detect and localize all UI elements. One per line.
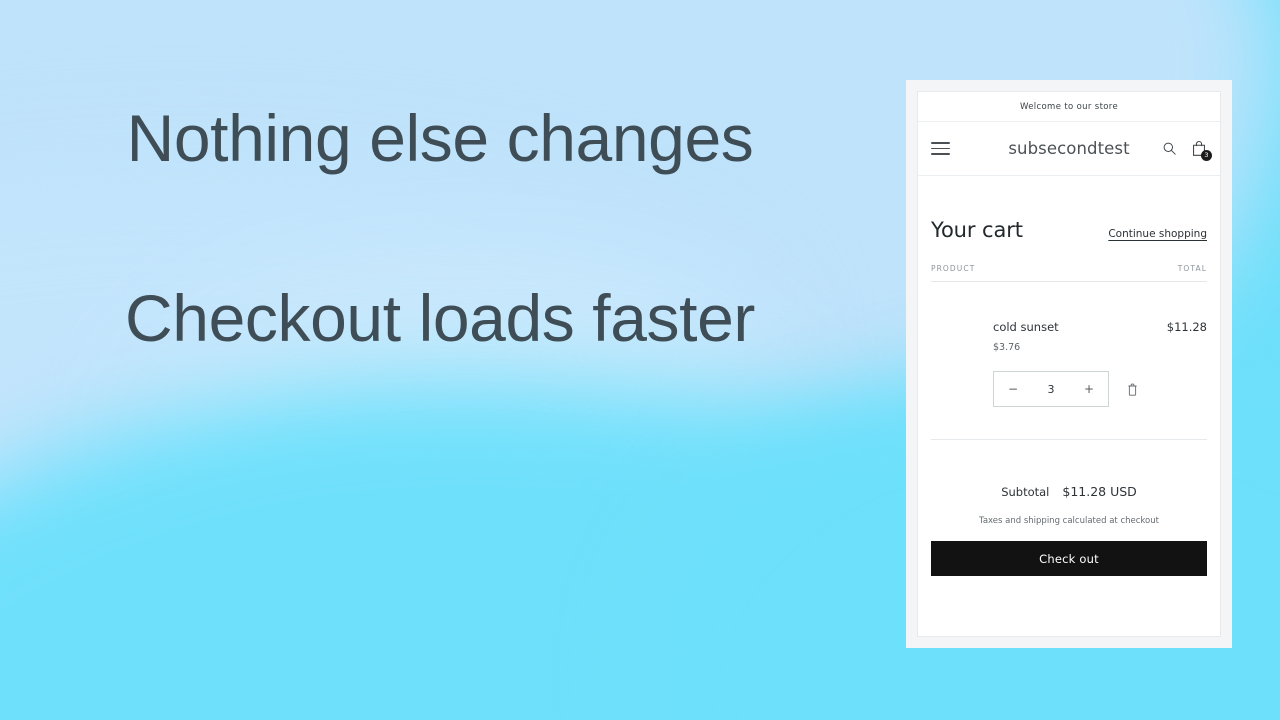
cart-count-badge: 3 — [1201, 150, 1212, 161]
page-title: Your cart — [931, 218, 1023, 242]
cart-page: Your cart Continue shopping PRODUCT TOTA… — [918, 176, 1220, 576]
announcement-text: Welcome to our store — [1019, 101, 1119, 112]
storefront-screenshot: Welcome to our store subsecondtest 3 You… — [918, 92, 1220, 636]
header-actions: 3 — [1162, 140, 1212, 161]
quantity-stepper: − 3 + — [993, 371, 1109, 407]
hamburger-line — [931, 147, 950, 150]
product-unit-price: $3.76 — [993, 342, 1021, 353]
announcement-bar: Welcome to our store — [918, 92, 1220, 122]
subtotal-label: Subtotal — [1001, 485, 1050, 499]
headline-group: Nothing else changes Checkout loads fast… — [0, 101, 880, 355]
tax-shipping-note: Taxes and shipping calculated at checkou… — [979, 516, 1159, 526]
trash-icon[interactable] — [1127, 383, 1138, 396]
line-item-total: $11.28 — [1166, 320, 1207, 334]
quantity-decrease-button[interactable]: − — [994, 383, 1032, 395]
store-header: subsecondtest 3 — [918, 122, 1220, 176]
product-thumbnail — [931, 320, 993, 407]
slide-canvas: Nothing else changes Checkout loads fast… — [0, 0, 1280, 720]
hamburger-line — [931, 142, 950, 144]
quantity-row: − 3 + — [993, 371, 1161, 407]
search-icon[interactable] — [1162, 141, 1177, 156]
cart-footer: Subtotal $11.28 USD Taxes and shipping c… — [931, 440, 1207, 576]
quantity-value[interactable]: 3 — [1032, 383, 1070, 396]
shopping-bag-icon[interactable]: 3 — [1191, 140, 1212, 161]
subtotal-row: Subtotal $11.28 USD — [931, 484, 1207, 499]
quantity-increase-button[interactable]: + — [1070, 383, 1108, 395]
headline-line-2: Checkout loads faster — [125, 280, 755, 355]
continue-shopping-link[interactable]: Continue shopping — [1108, 228, 1207, 240]
product-details: cold sunset $3.76 − 3 + — [993, 320, 1161, 407]
subtotal-value: $11.28 USD — [1062, 484, 1137, 499]
product-title[interactable]: cold sunset — [993, 320, 1161, 334]
storefront-frame: Welcome to our store subsecondtest 3 You… — [906, 80, 1232, 648]
checkout-button[interactable]: Check out — [931, 541, 1207, 576]
column-header-total: TOTAL — [1177, 264, 1207, 273]
hamburger-line — [931, 153, 950, 155]
headline-line-1: Nothing else changes — [126, 101, 754, 175]
cart-line-item: cold sunset $3.76 − 3 + $11.28 — [931, 282, 1207, 440]
hamburger-icon[interactable] — [931, 142, 950, 155]
cart-table-header: PRODUCT TOTAL — [931, 264, 1207, 282]
column-header-product: PRODUCT — [931, 264, 976, 273]
cart-title-row: Your cart Continue shopping — [931, 176, 1207, 242]
